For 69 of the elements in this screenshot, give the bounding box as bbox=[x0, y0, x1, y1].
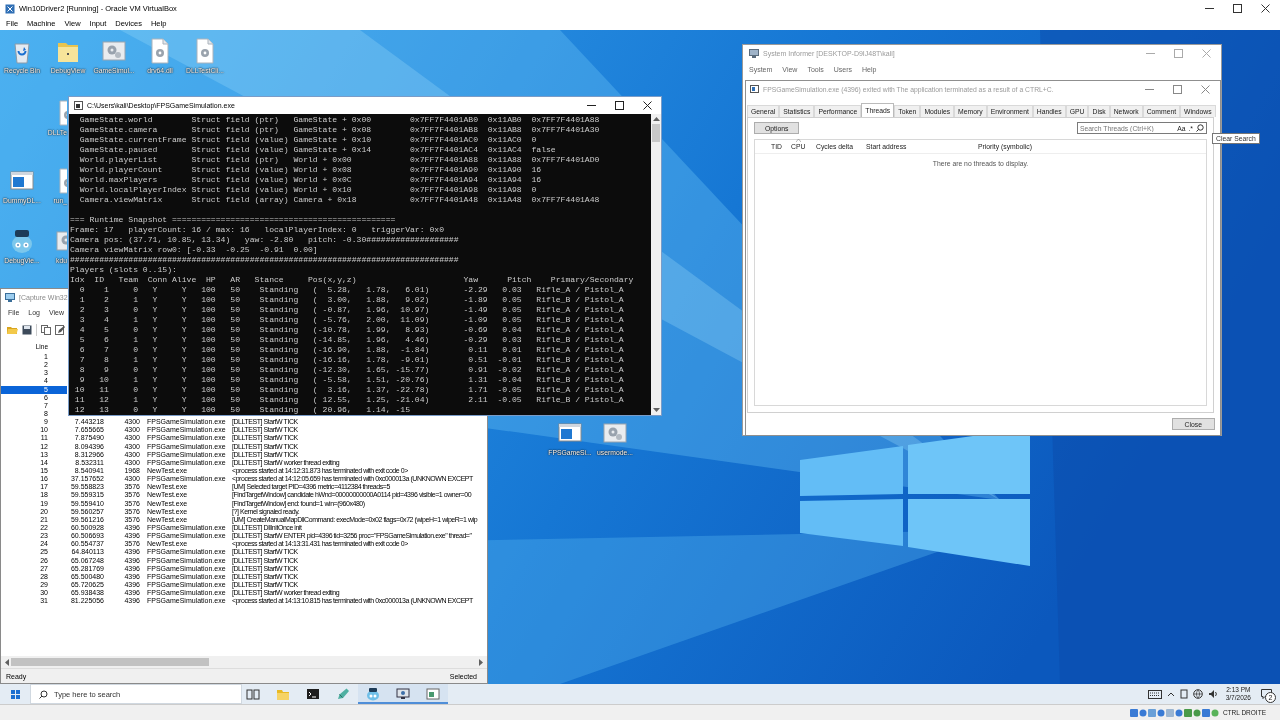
console-line: 4 5 0 Y Y 100 50 Standing (-10.78, 1.99, 8.93) -0.69 0.04 Rifle_A / Pistol_A bbox=[78, 325, 625, 335]
console-line: GameState.currentFrame Struct field (value) GameState + 0x10 0x7FF7F4401AC0 0x11AC0 0 bbox=[78, 135, 538, 145]
maximize-icon[interactable] bbox=[1233, 4, 1242, 13]
console-line: World.localPlayerIndex Struct field (value) World + 0x10 0x7FF7F4401A98 0x11A98 0 bbox=[78, 185, 538, 195]
console-line: 2 3 0 Y Y 100 50 Standing ( -0.87, 1.96, 10.97) -1.49 0.05 Rifle_A / Pistol_A bbox=[78, 305, 625, 315]
maximize-icon[interactable] bbox=[615, 101, 624, 110]
edit-icon[interactable] bbox=[55, 325, 65, 335]
scroll-up-arrow-icon[interactable] bbox=[652, 116, 660, 121]
console-line: 0 1 0 Y Y 100 50 Standing ( 5.28, 1.78, 6.01) -2.29 0.03 Rifle_A / Pistol_A bbox=[78, 285, 625, 295]
status-icons-drawing[interactable] bbox=[1129, 707, 1219, 718]
console-line: World.playerCount Struct field (value) World + 0x08 0x7FF7F4401A90 0x11A90 16 bbox=[78, 165, 543, 175]
taskbar-button[interactable] bbox=[358, 684, 388, 704]
console-line: 1 2 1 Y Y 100 50 Standing ( 3.00, 1.88, 9.02) -1.89 0.05 Rifle_B / Pistol_A bbox=[78, 295, 625, 305]
console-line: GameState.paused Struct field (value) GameState + 0x14 0x7FF7F4401AC4 0x11AC4 false bbox=[78, 145, 557, 155]
window-icon bbox=[750, 85, 759, 93]
scroll-down-arrow-icon[interactable] bbox=[652, 408, 660, 413]
monitor-icon bbox=[5, 292, 15, 302]
console-line: ################################################################################ bbox=[70, 255, 460, 265]
console-line: GameState.camera Struct field (ptr) GameState + 0x08 0x7FF7F4401AB8 0x11AB8 0x7FF7F4401A30 bbox=[78, 125, 601, 135]
monitor-icon[interactable] bbox=[396, 687, 410, 701]
console-line: 6 7 0 Y Y 100 50 Standing (-16.90, 1.88, -1.84) 0.11 0.01 Rifle_A / Pistol_A bbox=[78, 345, 625, 355]
virtualbox-icon bbox=[5, 3, 15, 14]
console-window-icon[interactable] bbox=[426, 687, 440, 701]
task-view-icon[interactable] bbox=[246, 687, 260, 701]
scrollbar-thumb[interactable] bbox=[652, 124, 660, 142]
search-icon bbox=[39, 689, 48, 699]
console-line: World.playerList Struct field (ptr) World + 0x00 0x7FF7F4401A88 0x11A88 0x7FF7F4401AD0 bbox=[78, 155, 601, 165]
document-gear-icon[interactable] bbox=[56, 168, 67, 194]
console-line: === Runtime Snapshot ============================================== bbox=[70, 215, 397, 225]
console-line: Camera pos: (37.71, 10.85, 13.34) yaw: -2.80 pitch: -0.30################### bbox=[70, 235, 460, 245]
bug-icon[interactable] bbox=[366, 687, 380, 701]
document-gear-icon[interactable] bbox=[56, 100, 67, 126]
sort-caret-icon bbox=[796, 139, 801, 142]
globe-icon[interactable] bbox=[1192, 689, 1203, 699]
speaker-icon[interactable] bbox=[1207, 689, 1218, 699]
chevron-up-icon[interactable] bbox=[1166, 691, 1175, 697]
console-line: Camera.viewMatrix Struct field (array) Camera + 0x18 0x7FF7F4401A48 0x11A48 0x7FF7F4401A48 bbox=[78, 195, 601, 205]
monitor-icon bbox=[749, 49, 759, 58]
console-line: 10 11 0 Y Y 100 50 Standing ( 3.16, 1.37, -22.78) 1.71 -0.05 Rifle_A / Pistol_A bbox=[73, 385, 625, 395]
console-line: 11 12 1 Y Y 100 50 Standing ( 12.55, 1.25, -21.04) 2.11 -0.05 Rifle_B / Pistol_A bbox=[73, 395, 625, 405]
gears-icon[interactable] bbox=[603, 420, 627, 446]
windows-logo-icon[interactable] bbox=[10, 689, 20, 699]
console-line: GameState.world Struct field (ptr) GameState + 0x00 0x7FF7F4401AB0 0x11AB0 0x7FF7F4401A88 bbox=[78, 115, 601, 125]
copy-icon[interactable] bbox=[41, 325, 51, 335]
scrollbar-thumb[interactable] bbox=[11, 658, 209, 666]
document-gear-icon[interactable] bbox=[148, 38, 172, 64]
console-line: Frame: 17 playerCount: 16 / max: 16 localPlayerIndex: 0 triggerVar: 0x0 bbox=[70, 225, 445, 235]
console-line: World.maxPlayers Struct field (value) World + 0x0C 0x7FF7F4401A94 0x11A94 16 bbox=[78, 175, 543, 185]
bug-icon[interactable] bbox=[10, 228, 34, 254]
console-line: Idx ID Team Conn Alive HP AR Stance Pos(x,y,z) Yaw Pitch Primary/Secondary bbox=[70, 275, 635, 285]
save-icon[interactable] bbox=[22, 325, 32, 335]
console-line: 8 9 0 Y Y 100 50 Standing (-12.30, 1.65, -15.77) 0.91 -0.02 Rifle_A / Pistol_A bbox=[78, 365, 625, 375]
scroll-right-arrow-icon[interactable] bbox=[479, 658, 484, 666]
close-icon[interactable] bbox=[1261, 4, 1270, 13]
console-line: 12 13 0 Y Y 100 50 Standing ( 20.96, 1.14, -15 bbox=[73, 405, 411, 415]
device-icon[interactable] bbox=[1179, 689, 1188, 699]
search-icon[interactable] bbox=[1196, 124, 1204, 132]
terminal-icon[interactable] bbox=[306, 687, 320, 701]
keyboard-icon[interactable] bbox=[1147, 689, 1162, 699]
scroll-left-arrow-icon[interactable] bbox=[4, 658, 9, 666]
console-line: Camera viewMatrix row0: [-0.33 -0.25 -0.91 0.00] bbox=[70, 245, 319, 255]
document-gear-icon[interactable] bbox=[193, 38, 217, 64]
console-line: 9 10 1 Y Y 100 50 Standing ( -5.58, 1.51, -20.76) 1.31 -0.04 Rifle_B / Pistol_A bbox=[78, 375, 625, 385]
console-line: 5 6 1 Y Y 100 50 Standing (-14.85, 1.96, 4.46) -0.29 0.03 Rifle_B / Pistol_A bbox=[78, 335, 625, 345]
console-window-icon bbox=[74, 101, 83, 110]
console-line: 7 8 1 Y Y 100 50 Standing (-16.16, 1.78, -9.01) 0.51 -0.01 Rifle_B / Pistol_A bbox=[78, 355, 625, 365]
console-line: Players (slots 0..15): bbox=[70, 265, 178, 275]
close-icon[interactable] bbox=[643, 101, 652, 110]
console-line: 3 4 1 Y Y 100 50 Standing ( -5.76, 2.00, 11.09) -1.09 0.05 Rifle_B / Pistol_A bbox=[78, 315, 625, 325]
